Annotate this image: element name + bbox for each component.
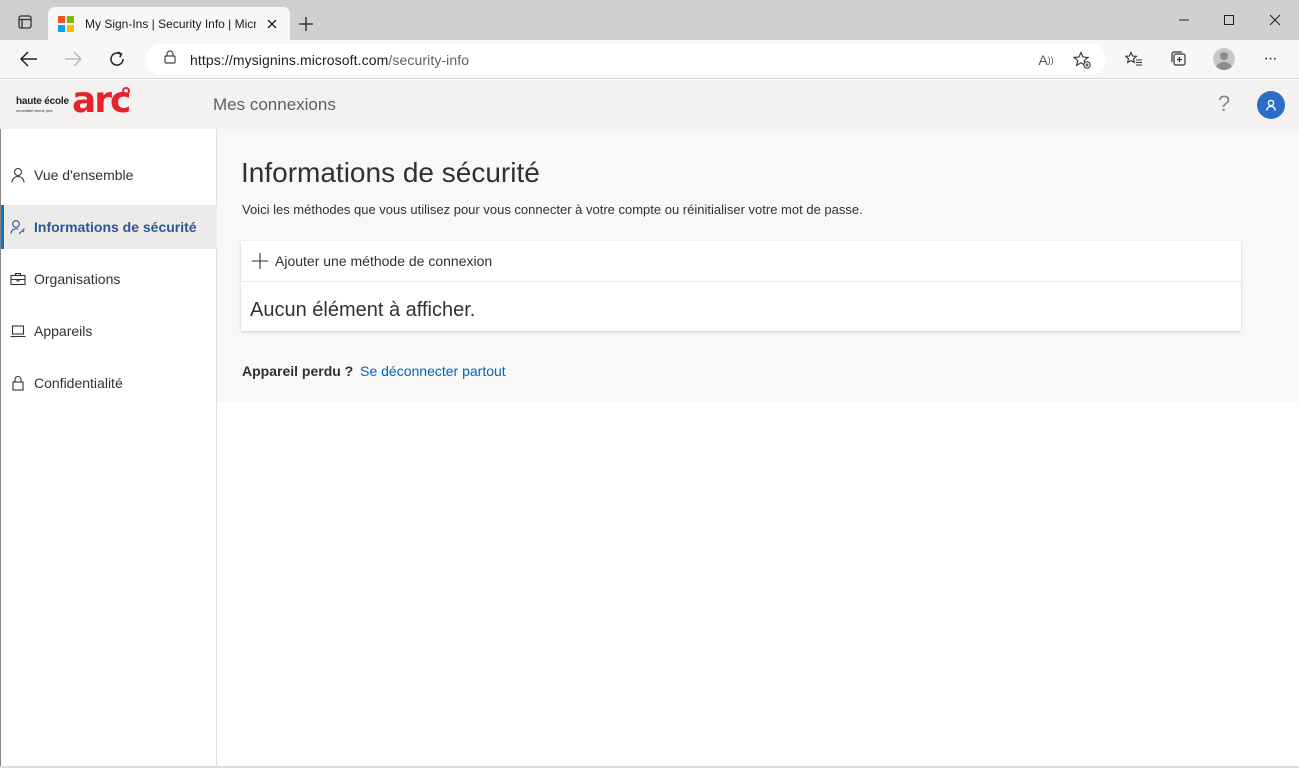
sidebar-item-label: Appareils [34,323,93,339]
browser-tab-bar: My Sign-Ins | Security Info | Micr [0,0,1299,40]
logo-ring [122,87,130,95]
sign-out-everywhere-link[interactable]: Se déconnecter partout [360,363,506,379]
read-aloud-icon[interactable]: A)) [1036,50,1056,70]
sidebar-item-security-info[interactable]: Informations de sécurité [1,205,217,249]
logo-text: haute école [16,96,69,107]
sidebar-item-organizations[interactable]: Organisations [1,257,217,301]
refresh-icon[interactable] [102,45,132,73]
user-icon [1266,99,1276,111]
lock-icon [9,374,27,392]
empty-state-message: Aucun élément à afficher. [250,299,476,321]
back-icon[interactable] [14,45,44,73]
organization-logo[interactable]: haute école neuchâtel berne jura arc [16,80,136,124]
lost-device-section: Appareil perdu ? Se déconnecter partout [242,363,506,379]
sidebar-item-label: Vue d'ensemble [34,167,134,183]
logo-subtext: neuchâtel berne jura [16,108,53,113]
briefcase-icon [9,270,27,288]
sidebar-item-label: Confidentialité [34,375,123,391]
add-method-label: Ajouter une méthode de connexion [275,253,493,269]
sidebar-item-overview[interactable]: Vue d'ensemble [1,153,217,197]
logo-brand: arc [72,80,131,121]
collections-icon[interactable] [1164,45,1194,73]
person-icon [9,166,27,184]
lock-icon[interactable] [164,50,176,69]
plus-icon [299,17,313,31]
tab-close-icon[interactable] [264,16,280,32]
sidebar-item-label: Organisations [34,271,121,287]
favorites-icon[interactable] [1119,45,1149,73]
page-description: Voici les méthodes que vous utilisez pou… [242,202,863,217]
profile-icon[interactable] [1209,45,1239,73]
maximize-button[interactable] [1214,6,1244,34]
avatar[interactable] [1257,91,1285,119]
forward-icon[interactable] [58,45,88,73]
more-icon[interactable]: ··· [1255,45,1285,73]
browser-toolbar: https://mysignins.microsoft.com/security… [0,40,1299,79]
sidebar-item-privacy[interactable]: Confidentialité [1,361,217,405]
browser-tab[interactable]: My Sign-Ins | Security Info | Micr [48,7,290,40]
plus-icon [252,253,268,269]
add-favorite-icon[interactable] [1072,50,1092,70]
lost-device-label: Appareil perdu ? [242,363,354,379]
sidebar-item-devices[interactable]: Appareils [1,309,217,353]
page-title: Informations de sécurité [241,157,540,188]
sidebar-item-label: Informations de sécurité [34,219,197,235]
app-header: haute école neuchâtel berne jura arc Mes… [0,80,1299,129]
minimize-button[interactable] [1169,6,1199,34]
app-title[interactable]: Mes connexions [213,95,336,115]
help-icon[interactable]: ? [1210,90,1238,118]
microsoft-logo-icon [58,15,74,32]
url-text: https://mysignins.microsoft.com/security… [190,51,470,68]
sidebar: Vue d'ensemble Informations de sécurité … [0,129,217,768]
tab-title: My Sign-Ins | Security Info | Micr [85,16,257,31]
add-method-button[interactable]: Ajouter une méthode de connexion [241,241,1241,282]
person-key-icon [9,218,27,236]
main-content: Informations de sécurité Voici les métho… [217,129,1299,402]
sign-in-methods-card: Ajouter une méthode de connexion Aucun é… [241,241,1241,331]
tab-actions-icon[interactable] [10,8,40,36]
close-window-button[interactable] [1260,6,1290,34]
address-bar[interactable]: https://mysignins.microsoft.com/security… [146,44,1106,75]
new-tab-button[interactable] [294,12,318,36]
laptop-icon [9,322,27,340]
